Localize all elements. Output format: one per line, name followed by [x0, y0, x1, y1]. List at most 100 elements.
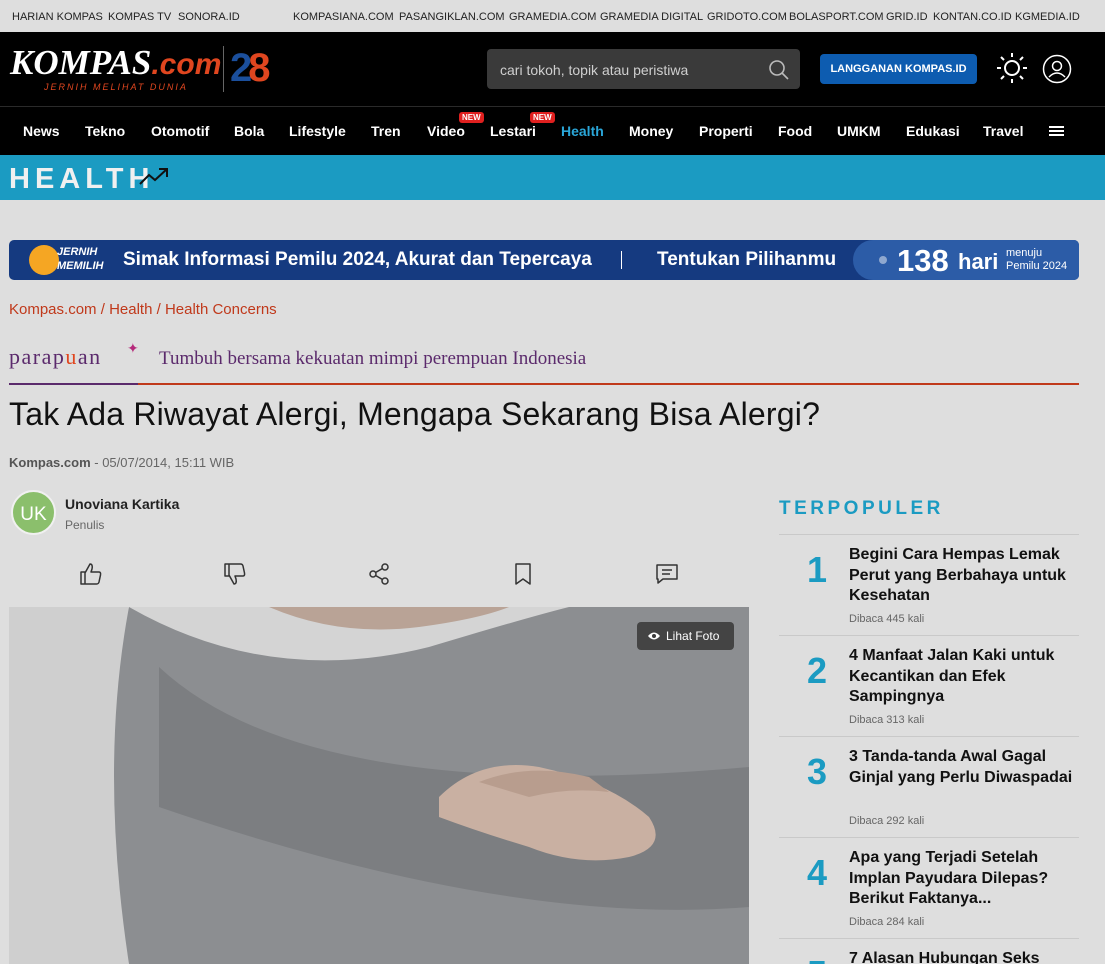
popular-title: TERPOPULER — [779, 498, 944, 519]
article-photo[interactable]: Lihat Foto — [9, 607, 749, 964]
nav-item-lifestyle[interactable]: Lifestyle — [289, 123, 346, 139]
search-icon[interactable] — [768, 59, 790, 81]
banner-divider — [621, 251, 622, 269]
popular-item-title[interactable]: 3 Tanda-tanda Awal Gagal Ginjal yang Per… — [849, 747, 1074, 788]
theme-toggle-icon[interactable] — [996, 52, 1028, 84]
nav-item-travel[interactable]: Travel — [983, 123, 1023, 139]
banner-headline: Simak Informasi Pemilu 2024, Akurat dan … — [123, 249, 592, 270]
nav-item-edukasi[interactable]: Edukasi — [906, 123, 960, 139]
popular-rank: 2 — [807, 650, 828, 691]
logo-com: .com — [151, 48, 222, 81]
nav-item-news[interactable]: News — [23, 123, 60, 139]
nav-item-video[interactable]: Video — [427, 123, 465, 139]
article-source: Kompas.com — [9, 455, 91, 470]
banner-logo-line2: MEMILIH — [57, 260, 104, 272]
parapuan-logo-part: an — [77, 344, 102, 369]
topbar-link-pasangiklan[interactable]: PASANGIKLAN.COM — [399, 11, 505, 23]
author-name[interactable]: Unoviana Kartika — [65, 496, 179, 512]
channel-title[interactable]: HEALTH — [9, 163, 154, 196]
user-account-icon[interactable] — [1042, 54, 1072, 84]
nav-item-health[interactable]: Health — [561, 123, 604, 139]
breadcrumb-separator: / — [152, 301, 165, 318]
subscribe-button[interactable]: LANGGANAN KOMPAS.ID — [820, 54, 977, 84]
share-icon[interactable] — [366, 561, 392, 587]
new-badge: NEW — [459, 112, 484, 123]
kompas-logo[interactable]: KOMPAS.com — [10, 44, 221, 84]
parapuan-promo[interactable]: parapuan ✦ Tumbuh bersama kekuatan mimpi… — [9, 338, 1079, 386]
popular-rank: 3 — [807, 751, 828, 792]
article-title: Tak Ada Riwayat Alergi, Mengapa Sekarang… — [9, 396, 821, 432]
parapuan-logo-part: parap — [9, 344, 66, 369]
topbar-link-kontan[interactable]: KONTAN.CO.ID — [933, 11, 1012, 23]
popular-item[interactable]: 1 Begini Cara Hempas Lemak Perut yang Be… — [779, 534, 1079, 635]
search-box[interactable]: cari tokoh, topik atau peristiwa — [487, 49, 800, 89]
popular-rank: 4 — [807, 852, 828, 893]
popular-item-title[interactable]: 4 Manfaat Jalan Kaki untuk Kecantikan da… — [849, 646, 1074, 708]
nav-item-umkm[interactable]: UMKM — [837, 123, 881, 139]
author-avatar[interactable]: UK — [11, 490, 56, 535]
popular-item-reads: Dibaca 292 kali — [849, 815, 925, 827]
nav-item-properti[interactable]: Properti — [699, 123, 753, 139]
dislike-icon[interactable] — [222, 561, 248, 587]
divider — [138, 383, 1079, 385]
anniversary-logo: 28 — [230, 46, 271, 90]
topbar-link-bolasport[interactable]: BOLASPORT.COM — [789, 11, 884, 23]
hamburger-menu-icon[interactable] — [1049, 124, 1064, 138]
countdown-target: menuju Pemilu 2024 — [1006, 247, 1067, 273]
topbar-link-gramedia-digital[interactable]: GRAMEDIA DIGITAL — [600, 11, 703, 23]
parapuan-tagline: Tumbuh bersama kekuatan mimpi perempuan … — [159, 348, 587, 369]
countdown-days: 138 — [897, 243, 949, 278]
popular-item[interactable]: 3 3 Tanda-tanda Awal Gagal Ginjal yang P… — [779, 736, 1079, 837]
parapuan-logo: parapuan — [9, 344, 102, 370]
trending-icon — [139, 168, 168, 185]
popular-item[interactable]: 5 7 Alasan Hubungan Seks Bisa — [779, 938, 1079, 964]
bookmark-icon[interactable] — [510, 561, 536, 587]
breadcrumb-item[interactable]: Kompas.com — [9, 301, 97, 318]
breadcrumb-item[interactable]: Health — [109, 301, 152, 318]
topbar-link-gridoto[interactable]: GRIDOTO.COM — [707, 11, 787, 23]
sparkle-icon: ✦ — [127, 340, 139, 356]
article-date: - 05/07/2014, 15:11 WIB — [90, 455, 235, 470]
nav-item-lestari[interactable]: Lestari — [490, 123, 536, 139]
topbar-link-sonora[interactable]: SONORA.ID — [178, 11, 240, 23]
network-topbar: HARIAN KOMPAS KOMPAS TV SONORA.ID KOMPAS… — [0, 0, 1105, 32]
countdown-target-line1: menuju — [1006, 247, 1043, 259]
popular-item-title[interactable]: 7 Alasan Hubungan Seks Bisa — [849, 949, 1074, 964]
like-icon[interactable] — [78, 561, 104, 587]
logo-tagline: JERNIH MELIHAT DUNIA — [44, 82, 188, 92]
view-photo-button[interactable]: Lihat Foto — [637, 622, 734, 650]
topbar-link-harian-kompas[interactable]: HARIAN KOMPAS — [12, 11, 103, 23]
popular-item-title[interactable]: Apa yang Terjadi Setelah Implan Payudara… — [849, 848, 1074, 910]
logo-divider — [223, 46, 224, 92]
channel-bar: HEALTH — [0, 155, 1105, 200]
logo-text: KOMPAS — [10, 43, 152, 82]
popular-item-reads: Dibaca 284 kali — [849, 916, 925, 928]
nav-item-money[interactable]: Money — [629, 123, 673, 139]
banner-subheadline: Tentukan Pilihanmu — [657, 249, 837, 270]
nav-item-tekno[interactable]: Tekno — [85, 123, 125, 139]
topbar-link-kgmedia[interactable]: KGMEDIA.ID — [1015, 11, 1080, 23]
nav-item-food[interactable]: Food — [778, 123, 812, 139]
countdown-unit: hari — [958, 249, 999, 274]
topbar-link-gramedia[interactable]: GRAMEDIA.COM — [509, 11, 596, 23]
nav-item-bola[interactable]: Bola — [234, 123, 264, 139]
popular-item[interactable]: 2 4 Manfaat Jalan Kaki untuk Kecantikan … — [779, 635, 1079, 736]
view-photo-label: Lihat Foto — [666, 629, 720, 643]
jernih-memilih-logo: JERNIH MEMILIH — [57, 245, 103, 273]
topbar-link-kompas-tv[interactable]: KOMPAS TV — [108, 11, 171, 23]
nav-item-otomotif[interactable]: Otomotif — [151, 123, 209, 139]
breadcrumb-item[interactable]: Health Concerns — [165, 301, 277, 318]
topbar-link-grid[interactable]: GRID.ID — [886, 11, 928, 23]
comment-icon[interactable] — [654, 561, 680, 587]
main-nav: News Tekno Otomotif Bola Lifestyle Tren … — [0, 106, 1105, 155]
anniversary-digit-1: 2 — [230, 46, 252, 90]
nav-item-tren[interactable]: Tren — [371, 123, 401, 139]
eye-icon — [648, 632, 660, 640]
topbar-link-kompasiana[interactable]: KOMPASIANA.COM — [293, 11, 394, 23]
banner-logo-line1: JERNIH — [57, 246, 98, 258]
popular-rank: 5 — [807, 953, 827, 964]
popular-item-title[interactable]: Begini Cara Hempas Lemak Perut yang Berb… — [849, 545, 1074, 607]
election-banner[interactable]: JERNIH MEMILIH Simak Informasi Pemilu 202… — [9, 240, 1079, 280]
popular-item[interactable]: 4 Apa yang Terjadi Setelah Implan Payuda… — [779, 837, 1079, 938]
search-input[interactable]: cari tokoh, topik atau peristiwa — [500, 62, 688, 78]
